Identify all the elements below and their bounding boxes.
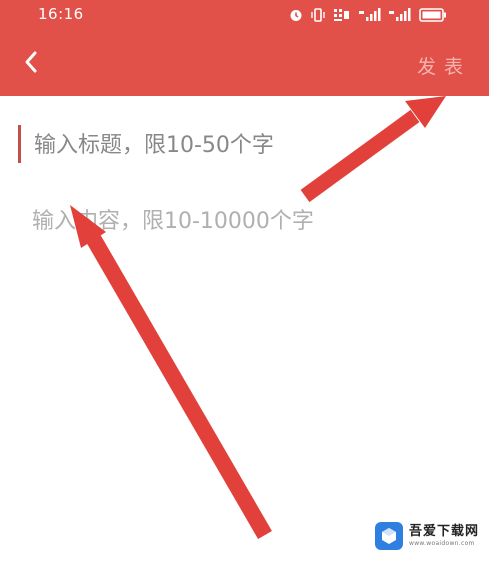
watermark-name: 吾爱下载网 bbox=[408, 524, 479, 539]
vibrate-icon bbox=[311, 7, 325, 23]
status-bar: 16:16 bbox=[0, 0, 489, 30]
status-icons bbox=[289, 6, 447, 24]
nav-bar: 发表 bbox=[0, 30, 489, 96]
data-speed-icon bbox=[333, 7, 351, 23]
back-button[interactable] bbox=[18, 48, 44, 76]
watermark-logo-icon bbox=[374, 522, 403, 550]
signal-icon bbox=[359, 8, 381, 22]
arrow-to-content bbox=[70, 205, 272, 540]
watermark-text: 吾爱下载网 www.woaidown.com bbox=[409, 525, 479, 547]
alarm-icon bbox=[289, 8, 303, 22]
content-input[interactable] bbox=[32, 204, 462, 238]
watermark: 吾爱下载网 www.woaidown.com bbox=[374, 522, 479, 550]
title-input[interactable] bbox=[34, 128, 464, 162]
watermark-url: www.woaidown.com bbox=[408, 540, 475, 547]
text-cursor bbox=[18, 125, 21, 163]
status-time: 16:16 bbox=[38, 5, 84, 23]
signal-icon bbox=[389, 8, 411, 22]
battery-icon bbox=[419, 8, 447, 22]
publish-button[interactable]: 发表 bbox=[417, 52, 471, 79]
chevron-left-icon bbox=[25, 51, 37, 73]
app-header: 16:16 发表 bbox=[0, 0, 489, 96]
